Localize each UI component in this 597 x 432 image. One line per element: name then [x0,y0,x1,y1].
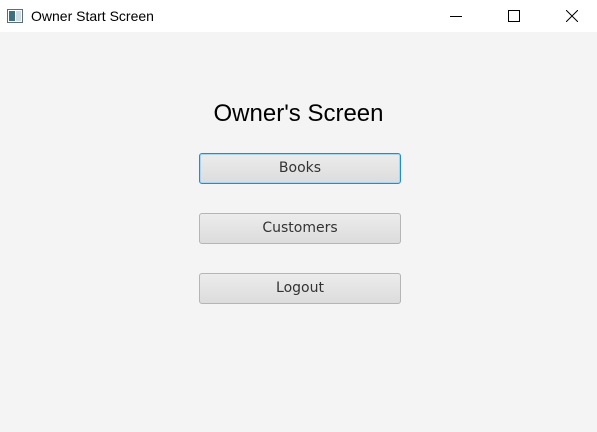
app-icon [7,8,23,23]
logout-button[interactable]: Logout [199,273,401,304]
window-title: Owner Start Screen [31,8,154,24]
maximize-button[interactable] [485,0,543,32]
close-button[interactable] [543,0,597,32]
maximize-icon [508,10,520,22]
customers-button[interactable]: Customers [199,213,401,244]
minimize-button[interactable] [427,0,485,32]
minimize-icon [450,16,462,17]
page-title: Owner's Screen [213,100,384,127]
title-bar[interactable]: Owner Start Screen [0,0,597,32]
books-button[interactable]: Books [199,153,401,184]
owner-start-window: Owner Start Screen Owner's Screen Books … [0,0,597,432]
content-pane: Owner's Screen Books Customers Logout [0,32,597,432]
close-icon [566,10,578,22]
